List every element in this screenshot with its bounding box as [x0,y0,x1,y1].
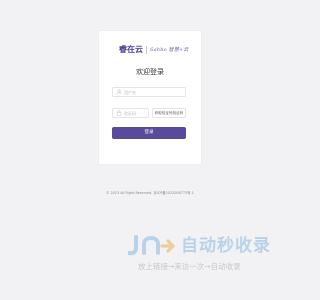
brand-logo: 睿在云 [119,45,143,54]
copyright-text: © 2023 All Right Reserved. [106,191,153,195]
watermark-subtitle: 放上链接→来访一次→自动收录 [138,262,241,271]
footer: © 2023 All Right Reserved. 京ICP备20220087… [0,190,300,196]
brand-header: 睿在云 Sahbo 智慧+云 [119,44,189,56]
user-icon [116,89,122,95]
lock-icon [116,110,122,116]
username-field[interactable] [112,87,186,97]
verification-code-field[interactable] [112,108,149,118]
icp-link[interactable]: 京ICP备2022008773号-1 [153,191,194,195]
login-title: 欢迎登录 [136,68,164,76]
watermark-title: 自动秒收录 [181,236,271,256]
watermark-logo-icon [128,235,175,256]
brand-slogan: Sahbo 智慧+云 [150,47,189,53]
verification-code-input[interactable] [124,109,148,117]
brand-divider [146,46,147,54]
username-input[interactable] [124,88,182,96]
get-code-button[interactable]: 获取验证码验证码 [152,108,186,118]
login-button[interactable]: 登录 [112,127,186,139]
login-page: 睿在云 Sahbo 智慧+云 欢迎登录 获取验证码验证码 登录 © 2023 A… [0,0,300,300]
watermark-banner: 自动秒收录 放上链接→来访一次→自动收录 [128,233,288,278]
login-card: 睿在云 Sahbo 智慧+云 欢迎登录 获取验证码验证码 登录 [99,31,201,164]
